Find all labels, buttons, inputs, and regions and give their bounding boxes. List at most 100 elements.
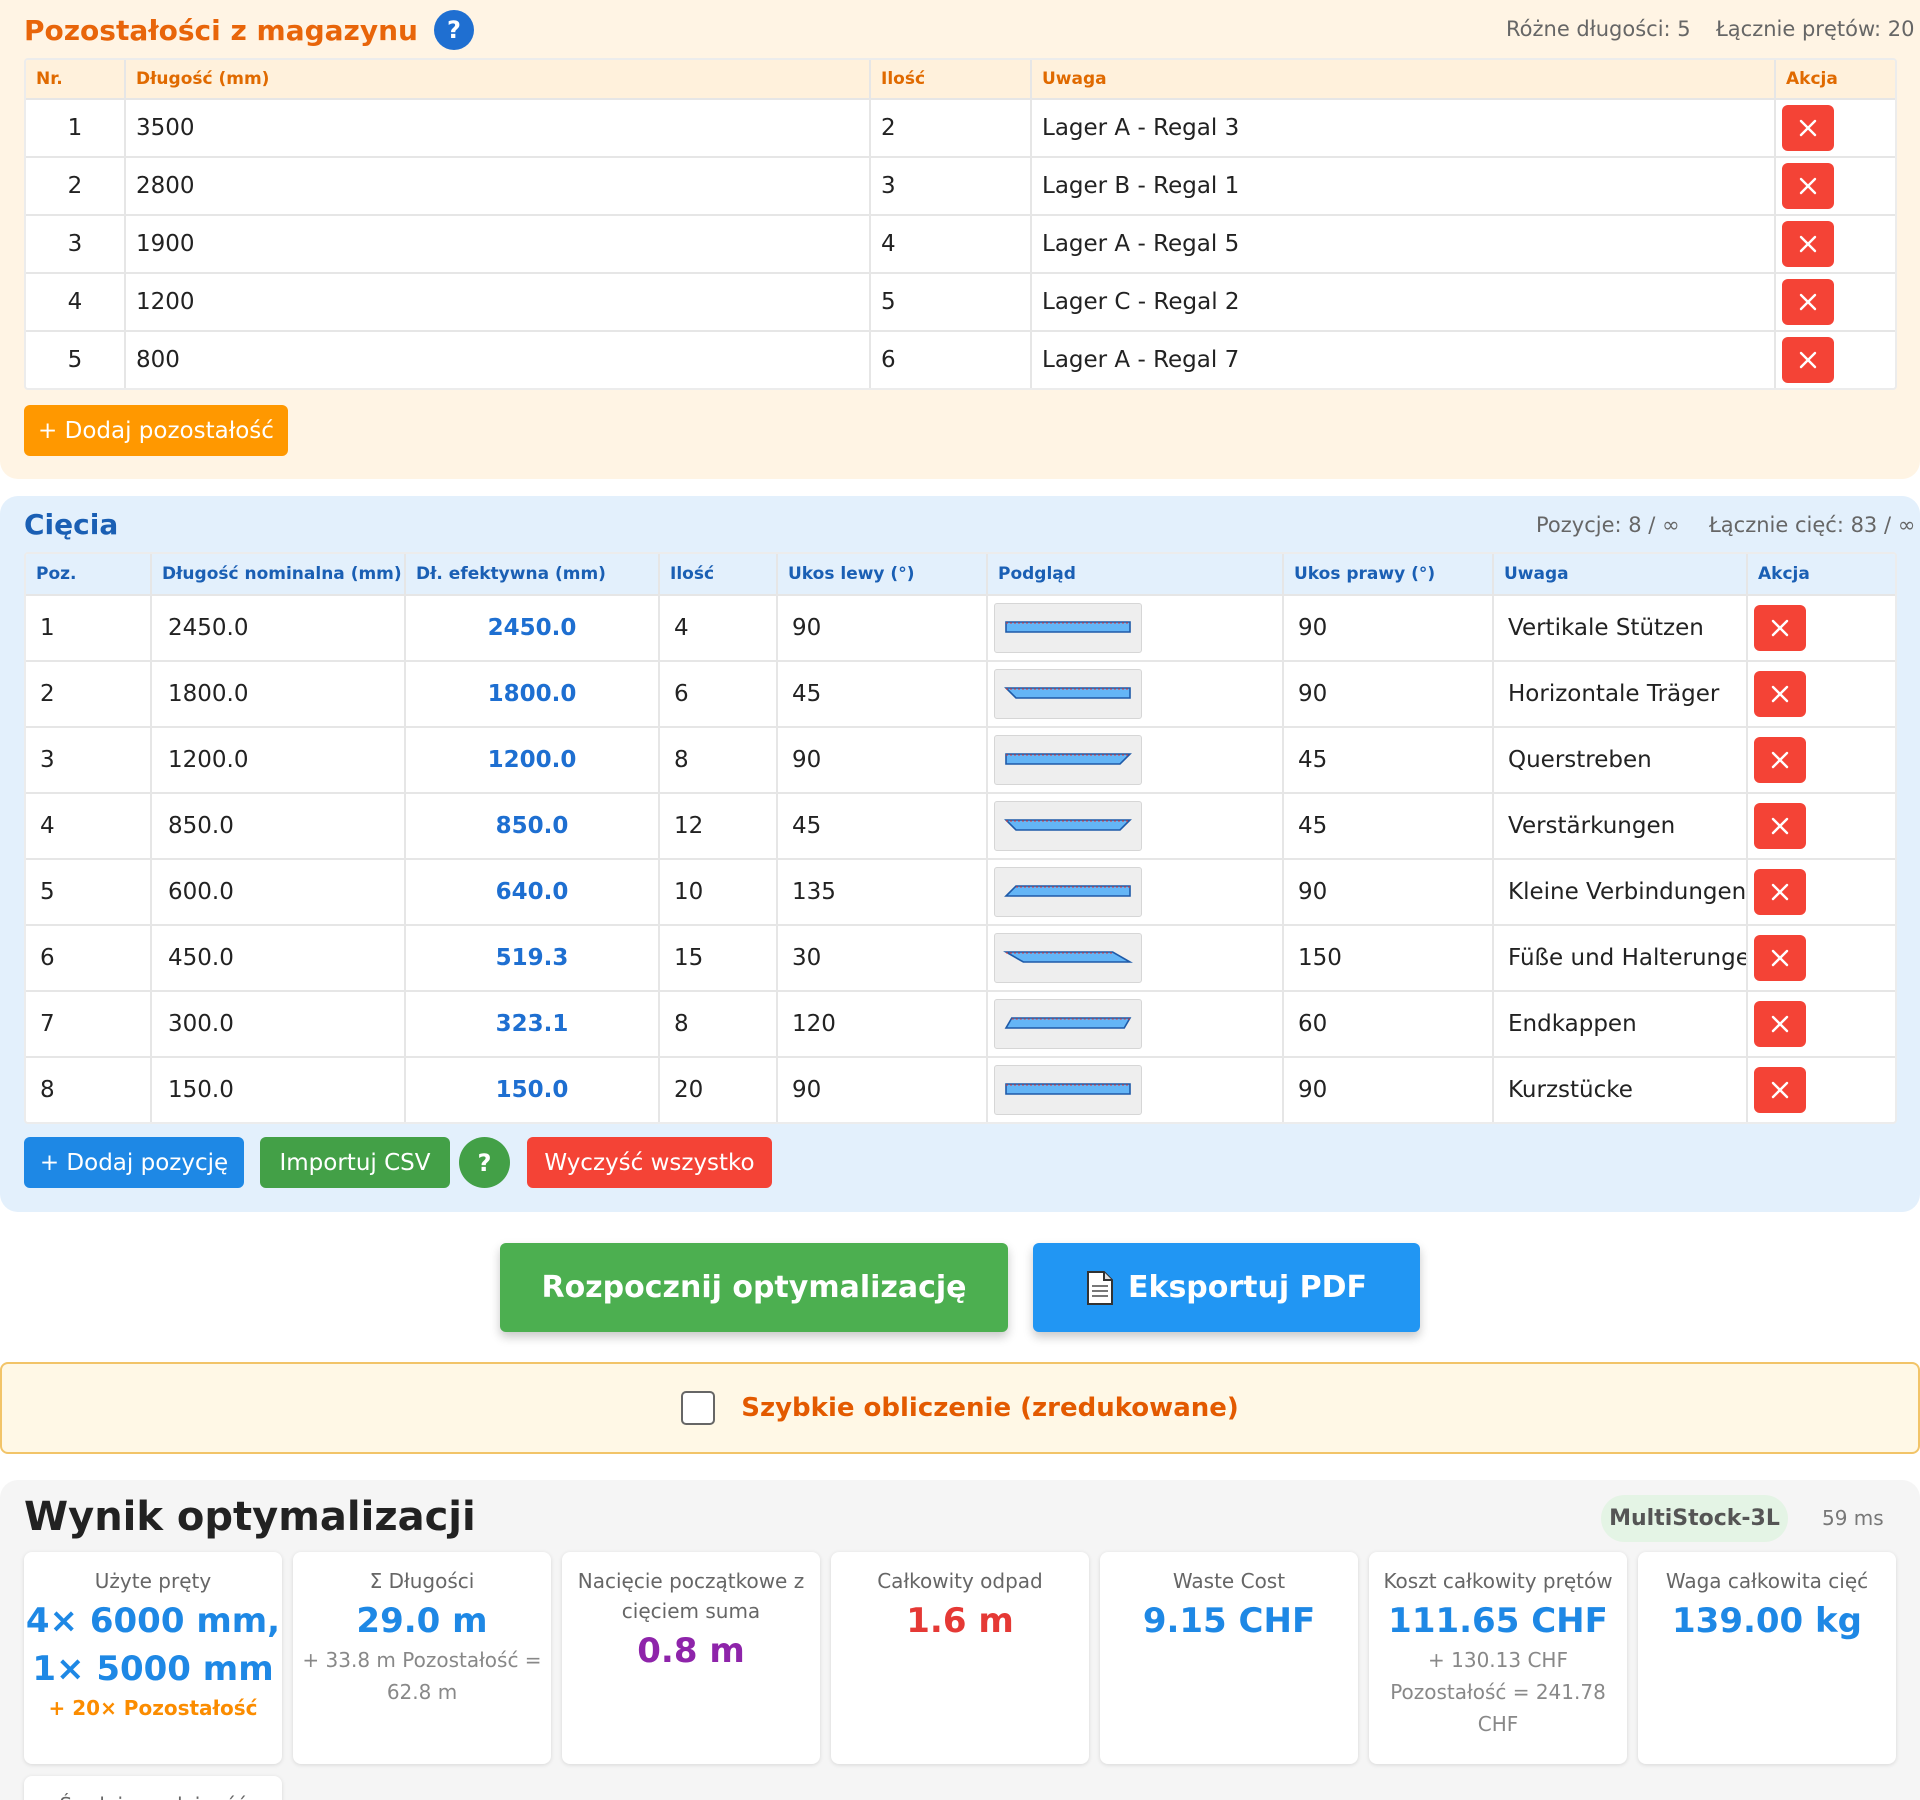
cut-qty-input[interactable]: 12	[660, 794, 778, 858]
cut-action-cell	[1748, 926, 1895, 990]
table-row: 6 450.0 519.3 15 30 150 Füße und Halterungen	[26, 924, 1895, 990]
delete-cut-button[interactable]	[1754, 869, 1806, 915]
delete-cut-button[interactable]	[1754, 1001, 1806, 1047]
quick-calc-checkbox[interactable]	[681, 1391, 716, 1425]
cut-nominal-input[interactable]: 300.0	[152, 992, 406, 1056]
cut-note-input[interactable]: Verstärkungen	[1494, 794, 1748, 858]
stock-note-input[interactable]: Lager A - Regal 5	[1032, 216, 1776, 272]
delete-stock-button[interactable]	[1782, 221, 1834, 267]
result-card-sum-length: Σ Długości 29.0 m + 33.8 m Pozostałość =…	[293, 1552, 551, 1764]
cut-note-input[interactable]: Endkappen	[1494, 992, 1748, 1056]
cut-action-cell	[1748, 992, 1895, 1056]
cut-qty-input[interactable]: 20	[660, 1058, 778, 1122]
cuts-total: Łącznie cięć: 83 / ∞	[1709, 513, 1916, 537]
stock-qty-input[interactable]: 3	[871, 158, 1032, 214]
stock-qty-input[interactable]: 2	[871, 100, 1032, 156]
cut-note-input[interactable]: Kleine Verbindungen	[1494, 860, 1748, 924]
cut-right-angle-input[interactable]: 90	[1284, 662, 1494, 726]
cut-right-angle-input[interactable]: 150	[1284, 926, 1494, 990]
cut-left-angle-input[interactable]: 45	[778, 794, 988, 858]
cut-effective-cell: 640.0	[406, 860, 660, 924]
add-stock-button[interactable]: + Dodaj pozostałość	[24, 405, 288, 456]
delete-cut-button[interactable]	[1754, 605, 1806, 651]
cut-right-angle-input[interactable]: 60	[1284, 992, 1494, 1056]
cut-pos-cell: 4	[26, 794, 152, 858]
delete-cut-button[interactable]	[1754, 671, 1806, 717]
add-position-button[interactable]: + Dodaj pozycję	[24, 1137, 244, 1188]
delete-cut-button[interactable]	[1754, 1067, 1806, 1113]
cut-qty-input[interactable]: 4	[660, 596, 778, 660]
cut-left-angle-input[interactable]: 90	[778, 728, 988, 792]
col-header-preview: Podgląd	[988, 554, 1284, 594]
stock-note-input[interactable]: Lager B - Regal 1	[1032, 158, 1776, 214]
col-header-pos: Poz.	[26, 554, 152, 594]
import-csv-button[interactable]: Importuj CSV	[260, 1137, 450, 1188]
delete-stock-button[interactable]	[1782, 337, 1834, 383]
stock-qty-input[interactable]: 5	[871, 274, 1032, 330]
cut-right-angle-input[interactable]: 45	[1284, 728, 1494, 792]
cut-left-angle-input[interactable]: 90	[778, 596, 988, 660]
card-title: Σ Długości	[369, 1569, 475, 1593]
stock-length-input[interactable]: 800	[126, 332, 871, 388]
cut-pos-cell: 5	[26, 860, 152, 924]
cut-right-angle-input[interactable]: 45	[1284, 794, 1494, 858]
cut-nominal-input[interactable]: 150.0	[152, 1058, 406, 1122]
stock-help-icon[interactable]: ?	[433, 10, 474, 50]
clear-all-button[interactable]: Wyczyść wszystko	[527, 1137, 772, 1188]
cut-nominal-input[interactable]: 600.0	[152, 860, 406, 924]
import-help-icon[interactable]: ?	[459, 1137, 510, 1188]
stock-length-input[interactable]: 2800	[126, 158, 871, 214]
cut-qty-input[interactable]: 8	[660, 728, 778, 792]
col-header-note: Uwaga	[1494, 554, 1748, 594]
delete-stock-button[interactable]	[1782, 279, 1834, 325]
start-optimization-button[interactable]: Rozpocznij optymalizację	[500, 1243, 1008, 1332]
export-pdf-button[interactable]: Eksportuj PDF	[1033, 1243, 1420, 1332]
cut-nominal-input[interactable]: 2450.0	[152, 596, 406, 660]
stock-nr-cell: 5	[26, 332, 126, 388]
cut-left-angle-input[interactable]: 120	[778, 992, 988, 1056]
cut-left-angle-input[interactable]: 45	[778, 662, 988, 726]
cut-left-angle-input[interactable]: 135	[778, 860, 988, 924]
delete-stock-button[interactable]	[1782, 163, 1834, 209]
stock-nr-cell: 4	[26, 274, 126, 330]
stock-length-input[interactable]: 1200	[126, 274, 871, 330]
cut-nominal-input[interactable]: 850.0	[152, 794, 406, 858]
stock-length-input[interactable]: 1900	[126, 216, 871, 272]
cut-qty-input[interactable]: 10	[660, 860, 778, 924]
cut-note-input[interactable]: Horizontale Träger	[1494, 662, 1748, 726]
close-icon	[1799, 235, 1817, 253]
col-header-action: Akcja	[1758, 564, 1810, 584]
cut-note-input[interactable]: Querstreben	[1494, 728, 1748, 792]
cut-note-input[interactable]: Füße und Halterungen	[1494, 926, 1748, 990]
stock-qty-input[interactable]: 4	[871, 216, 1032, 272]
cut-left-angle-input[interactable]: 30	[778, 926, 988, 990]
col-header-action: Akcja	[1786, 69, 1838, 89]
cut-left-angle-input[interactable]: 90	[778, 1058, 988, 1122]
cut-qty-input[interactable]: 15	[660, 926, 778, 990]
cut-note-input[interactable]: Kurzstücke	[1494, 1058, 1748, 1122]
cut-right-angle-input[interactable]: 90	[1284, 596, 1494, 660]
cut-preview	[994, 1065, 1142, 1115]
cut-note-input[interactable]: Vertikale Stützen	[1494, 596, 1748, 660]
cut-preview-shape	[1005, 753, 1132, 765]
cut-nominal-input[interactable]: 450.0	[152, 926, 406, 990]
cut-nominal-input[interactable]: 1200.0	[152, 728, 406, 792]
table-row: 8 150.0 150.0 20 90 90 Kurzstücke	[26, 1056, 1895, 1122]
cut-qty-input[interactable]: 6	[660, 662, 778, 726]
cut-right-angle-input[interactable]: 90	[1284, 1058, 1494, 1122]
stock-qty-input[interactable]: 6	[871, 332, 1032, 388]
cut-right-angle-input[interactable]: 90	[1284, 860, 1494, 924]
cut-qty-input[interactable]: 8	[660, 992, 778, 1056]
cut-nominal-input[interactable]: 1800.0	[152, 662, 406, 726]
col-header-nominal: Długość nominalna (mm)	[152, 554, 406, 594]
card-value-line1: 4× 6000 mm,	[25, 1601, 281, 1641]
delete-stock-button[interactable]	[1782, 105, 1834, 151]
quick-calc-label[interactable]: Szybkie obliczenie (zredukowane)	[741, 1393, 1239, 1423]
delete-cut-button[interactable]	[1754, 935, 1806, 981]
stock-note-input[interactable]: Lager A - Regal 7	[1032, 332, 1776, 388]
stock-note-input[interactable]: Lager A - Regal 3	[1032, 100, 1776, 156]
stock-length-input[interactable]: 3500	[126, 100, 871, 156]
delete-cut-button[interactable]	[1754, 803, 1806, 849]
stock-note-input[interactable]: Lager C - Regal 2	[1032, 274, 1776, 330]
delete-cut-button[interactable]	[1754, 737, 1806, 783]
